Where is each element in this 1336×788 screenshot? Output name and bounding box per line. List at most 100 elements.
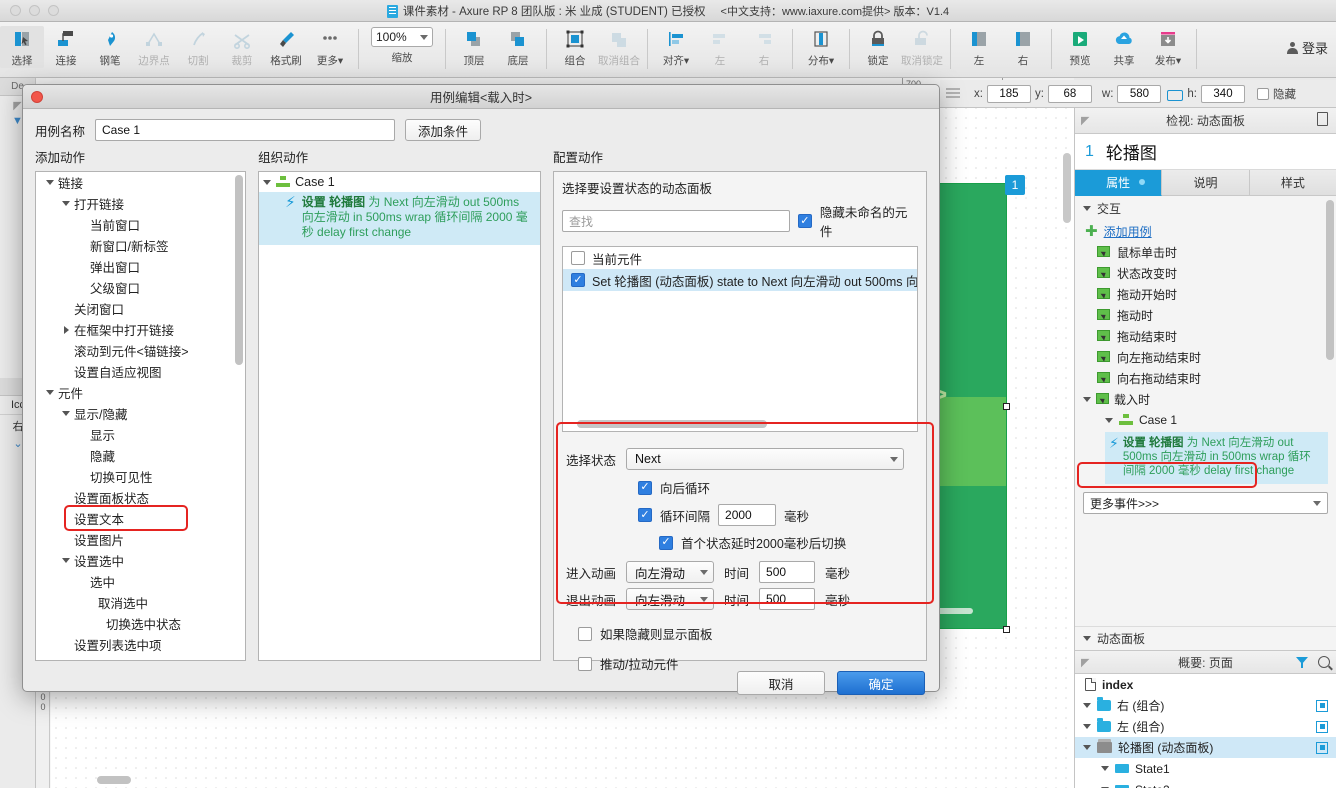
tool-crop[interactable]: 裁剪: [220, 26, 264, 68]
action-node-deselect[interactable]: 取消选中: [36, 592, 245, 613]
widget-name[interactable]: 轮播图: [1106, 139, 1157, 164]
action-node-new-window[interactable]: 新窗口/新标签: [36, 235, 245, 256]
tool-bring-to-front[interactable]: 顶层: [452, 26, 496, 68]
action-node-close-window[interactable]: 关闭窗口: [36, 298, 245, 319]
organize-case-row[interactable]: Case 1: [259, 172, 540, 192]
action-node-set-image[interactable]: 设置图片: [36, 529, 245, 550]
push-pull-checkbox[interactable]: [578, 656, 592, 671]
align-dropdown-icon[interactable]: [946, 87, 964, 101]
action-node-set-panel-state[interactable]: 设置面板状态: [36, 487, 245, 508]
first-state-delay-checkbox[interactable]: [659, 535, 673, 550]
search-icon[interactable]: [1318, 656, 1330, 668]
event-mouse-click[interactable]: 鼠标单击时: [1075, 242, 1336, 263]
tool-share[interactable]: 共享: [1102, 26, 1146, 68]
action-node-select[interactable]: 选中: [36, 571, 245, 592]
outline-row-right-group[interactable]: 右 (组合): [1075, 695, 1336, 716]
zoom-select[interactable]: 100%: [371, 27, 433, 47]
panel-list-row-carousel[interactable]: Set 轮播图 (动态面板) state to Next 向左滑动 out 50…: [563, 269, 917, 291]
action-node-links[interactable]: 链接: [36, 172, 245, 193]
visibility-toggle-icon[interactable]: [1316, 699, 1328, 712]
more-events-select[interactable]: 更多事件>>>: [1083, 492, 1328, 514]
funnel-icon[interactable]: [1296, 656, 1308, 668]
add-case-button[interactable]: ✚ 添加用例: [1075, 220, 1336, 242]
action-node-set-text[interactable]: 设置文本: [36, 508, 245, 529]
action-node-hide[interactable]: 隐藏: [36, 445, 245, 466]
exit-time-input[interactable]: 500: [759, 588, 816, 610]
panel-list-horizontal-scrollbar[interactable]: [577, 420, 767, 428]
action-node-current-window[interactable]: 当前窗口: [36, 214, 245, 235]
outline-tree[interactable]: index 右 (组合) 左 (组合) 轮播图 (动态面板) State1: [1075, 674, 1336, 788]
h-input[interactable]: 340: [1201, 84, 1245, 103]
tool-unlock[interactable]: 取消锁定: [900, 26, 944, 68]
tool-align[interactable]: 对齐▾: [654, 26, 698, 68]
event-drag[interactable]: 拖动时: [1075, 305, 1336, 326]
exit-anim-select[interactable]: 向左滑动: [626, 588, 715, 610]
outline-row-state1[interactable]: State1: [1075, 758, 1336, 779]
window-minimize-icon[interactable]: [29, 5, 40, 16]
current-widget-checkbox[interactable]: [571, 251, 585, 265]
action-node-set-adaptive-view[interactable]: 设置自适应视图: [36, 361, 245, 382]
canvas-horizontal-scrollbar[interactable]: [67, 775, 1067, 785]
action-node-parent-window[interactable]: 父级窗口: [36, 277, 245, 298]
tool-more[interactable]: 更多▾: [308, 26, 352, 68]
tool-align-right[interactable]: 右: [742, 26, 786, 68]
visibility-toggle-icon[interactable]: [1316, 720, 1328, 733]
action-node-show-hide[interactable]: 显示/隐藏: [36, 403, 245, 424]
action-node-open-link[interactable]: 打开链接: [36, 193, 245, 214]
search-input[interactable]: 查找: [562, 210, 790, 232]
window-zoom-icon[interactable]: [48, 5, 59, 16]
outline-row-left-group[interactable]: 左 (组合): [1075, 716, 1336, 737]
y-input[interactable]: 68: [1047, 84, 1092, 103]
canvas-vertical-scrollbar[interactable]: [1063, 153, 1071, 223]
resize-handle-bottom-right[interactable]: [1003, 626, 1010, 633]
hide-unnamed-checkbox[interactable]: [797, 214, 812, 228]
state-select[interactable]: Next: [626, 448, 905, 470]
enter-time-input[interactable]: 500: [759, 561, 816, 583]
inspector-case-row[interactable]: Case 1: [1075, 410, 1336, 430]
inspector-action-item[interactable]: ⚡ 设置 轮播图 为 Next 向左滑动 out 500ms 向左滑动 in 5…: [1105, 432, 1328, 484]
event-drag-end[interactable]: 拖动结束时: [1075, 326, 1336, 347]
event-drag-right-end[interactable]: 向右拖动结束时: [1075, 368, 1336, 389]
w-input[interactable]: 580: [1117, 84, 1162, 103]
event-drag-left-end[interactable]: 向左拖动结束时: [1075, 347, 1336, 368]
tool-ungroup[interactable]: 取消组合: [597, 26, 641, 68]
tool-slice[interactable]: 切割: [176, 26, 220, 68]
tool-anchor-point[interactable]: 边界点: [132, 26, 176, 68]
organize-action-list[interactable]: Case 1 ⚡ 设置 轮播图 为 Next 向左滑动 out 500ms 向左…: [258, 171, 541, 661]
outline-row-state2[interactable]: State2: [1075, 779, 1336, 788]
loop-interval-input[interactable]: 2000: [718, 504, 777, 526]
tool-group[interactable]: 组合: [553, 26, 597, 68]
outline-collapse-icon[interactable]: ◤: [1081, 656, 1089, 669]
tool-lock[interactable]: 锁定: [856, 26, 900, 68]
add-condition-button[interactable]: 添加条件: [405, 119, 482, 141]
show-if-hidden-checkbox[interactable]: [578, 626, 592, 641]
panel-list-row-current[interactable]: 当前元件: [563, 247, 917, 269]
action-node-set-list-selection[interactable]: 设置列表选中项: [36, 634, 245, 655]
action-node-show[interactable]: 显示: [36, 424, 245, 445]
tool-publish[interactable]: 发布▾: [1146, 26, 1190, 68]
event-state-change[interactable]: 状态改变时: [1075, 263, 1336, 284]
login-button[interactable]: 登录: [1286, 26, 1328, 57]
zoom-control[interactable]: 100% 缩放: [371, 26, 433, 65]
tool-panel-right[interactable]: 右: [1001, 26, 1045, 68]
ok-button[interactable]: 确定: [837, 671, 925, 695]
action-node-scroll-to-widget[interactable]: 滚动到元件<锚链接>: [36, 340, 245, 361]
window-close-icon[interactable]: [10, 5, 21, 16]
loop-back-checkbox[interactable]: [638, 480, 652, 495]
tool-distribute[interactable]: 分布▾: [799, 26, 843, 68]
tool-select[interactable]: 选择: [0, 26, 44, 68]
action-node-open-in-frame[interactable]: 在框架中打开链接: [36, 319, 245, 340]
add-action-tree[interactable]: 链接 打开链接 当前窗口 新窗口/新标签 弹出窗口 父级窗口 关闭窗口 在框架中…: [35, 171, 247, 661]
event-drag-start[interactable]: 拖动开始时: [1075, 284, 1336, 305]
action-node-toggle-visibility[interactable]: 切换可见性: [36, 466, 245, 487]
tool-format-brush[interactable]: 格式刷: [264, 26, 308, 68]
action-node-popup-window[interactable]: 弹出窗口: [36, 256, 245, 277]
outline-row-carousel[interactable]: 轮播图 (动态面板): [1075, 737, 1336, 758]
carousel-widget-checkbox[interactable]: [571, 273, 585, 287]
hidden-checkbox[interactable]: [1257, 87, 1269, 100]
resize-handle-right[interactable]: [1003, 403, 1010, 410]
section-dynamic-panel[interactable]: 动态面板: [1075, 626, 1336, 650]
tool-preview[interactable]: 预览: [1058, 26, 1102, 68]
window-traffic-lights[interactable]: [10, 5, 59, 16]
tab-notes[interactable]: 说明: [1162, 170, 1250, 196]
